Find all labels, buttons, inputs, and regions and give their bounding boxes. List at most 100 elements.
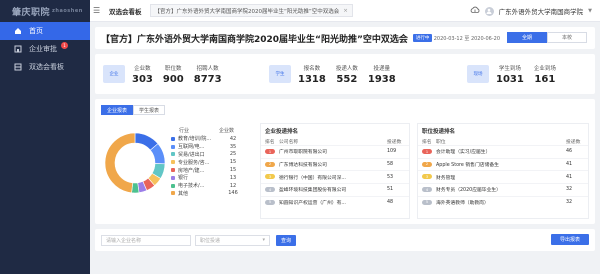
stat-item: 投递人数 552 [335,65,358,85]
table-row[interactable]: 3 德行银行（中国）有限公司深... 53 [261,170,409,183]
tab-student-report[interactable]: 学生报表 [133,105,166,115]
page-title: 【官方】广东外语外贸大学南国商学院2020届毕业生“阳光助推”空中双选会 [101,34,408,45]
table-row[interactable]: 4 盈峰环境科技集团股份有限公司 51 [261,183,409,196]
company-stats: 企业 企业数 303 职位数 900 招聘人数 8773 [103,64,253,85]
legend-label: 银行 [178,175,189,182]
table-row[interactable]: 1 会计助理（实习/应届生） 46 [418,145,588,158]
cloud-download-icon[interactable] [470,6,480,16]
sidebar-item-dashboard[interactable]: 双选会看板 [0,58,90,76]
student-icon: 学生 [269,65,291,83]
search-button[interactable]: 查询 [276,234,296,246]
dashboard-icon [14,63,22,71]
rank-badge: 1 [422,149,432,155]
row-name: Apple Store 销售门店储备生 [436,163,499,169]
main-content: 【官方】广东外语外贸大学南国商学院2020届毕业生“阳光助推”空中双选会 进行中… [95,27,595,271]
row-name: 盈峰环境科技集团股份有限公司 [279,188,347,194]
logo: 肇庆职院 zhaoshen [12,7,83,18]
avatar[interactable] [484,6,494,16]
legend-swatch [171,144,175,149]
job-select[interactable]: 职位投递 ▾ [195,234,270,246]
date-range: 2020-03-12 至 2020-06-20 [433,36,500,42]
legend-swatch [171,183,175,188]
legend-swatch [171,160,175,165]
table-row[interactable]: 5 知圆知识产权运营（广州）有... 48 [261,195,409,209]
legend-count: 42 [229,135,237,142]
table-row[interactable]: 1 广州市取职院有限公司 109 [261,145,409,158]
legend-count: 13 [229,174,237,181]
row-name: 知圆知识产权运营（广州）有... [279,201,346,207]
export-report-button[interactable]: 导出报表 [551,234,589,245]
user-name[interactable]: 广东外语外贸大学南国商学院 [499,6,584,16]
legend-item: 教育/培训/院... 42 [171,135,251,143]
sidebar-item-label: 企业审批 [29,45,57,53]
row-count: 46 [566,149,573,155]
rank-badge: 4 [265,187,275,193]
page-tab[interactable]: 【官方】广东外语外贸大学南国商学院2020届毕业生“阳光助推”空中双选会 × [149,4,353,17]
legend-label: 专业服务/咨... [178,159,210,166]
table-row[interactable]: 4 财务专员（2020应届毕业生） 32 [418,183,588,196]
legend-item: 银行 13 [171,174,251,182]
row-count: 41 [566,162,573,168]
legend-item: 房地产/建... 15 [171,166,251,174]
tab-company-report[interactable]: 企业报表 [101,105,134,115]
rank-badge: 3 [422,174,432,180]
student-stats: 学生 报名数 1318 投递人数 552 投递量 1938 [269,64,449,85]
menu-icon[interactable]: ☰ [93,6,103,15]
chevron-down-icon[interactable]: ▼ [588,8,592,14]
stat-item: 学生到场 1031 [496,65,524,85]
row-name: 财务专员（2020应届毕业生） [436,188,501,194]
scope-all-button[interactable]: 全期 [507,32,547,43]
company-icon: 企业 [103,65,125,83]
table-row[interactable]: 5 海外英语教师（助教岗） 32 [418,195,588,209]
row-count: 32 [566,200,573,206]
legend-swatch [171,168,175,173]
donut-slice[interactable] [104,132,136,194]
legend-item: 专业服务/咨... 15 [171,158,251,166]
table-row[interactable]: 2 Apple Store 销售门店储备生 41 [418,157,588,171]
legend-item: 贸易/进出口 25 [171,151,251,159]
close-icon[interactable]: × [343,8,348,14]
sidebar: 肇庆职院 zhaoshen 首页 企业审批 1 双选会看板 [0,0,90,274]
rank-badge: 2 [265,161,275,167]
legend-swatch [171,136,175,141]
table-row[interactable]: 3 财务管理 41 [418,170,588,183]
building-icon [14,45,22,53]
rank-badge: 1 [265,149,275,155]
legend-count: 12 [229,182,237,189]
rank-badge: 4 [422,187,432,193]
sidebar-item-company-approval[interactable]: 企业审批 1 [0,40,90,58]
fair-header: 【官方】广东外语外贸大学南国商学院2020届毕业生“阳光助推”空中双选会 进行中… [95,27,595,49]
onsite-icon: 现场 [467,65,489,83]
sidebar-item-label: 首页 [29,27,43,35]
job-ranking-panel: 职位投递排名 排名 职位 投递数 1 会计助理（实习/应届生） 46 2 Apple S… [417,123,589,219]
scope-school-button[interactable]: 本校 [547,32,587,43]
chevron-down-icon: ▾ [262,237,265,243]
row-count: 41 [566,174,573,180]
row-name: 会计助理（实习/应届生） [436,150,491,156]
legend-swatch [171,175,175,180]
table-header: 排名 职位 投递数 [422,140,581,145]
table-row[interactable]: 2 广东博达科技有限公司 58 [261,157,409,171]
scope-toggle: 全期 本校 [507,32,587,43]
company-ranking-panel: 企业投递排名 排名 公司名称 投递数 1 广州市取职院有限公司 109 2 广东博达科技… [260,123,410,219]
report-tabs: 企业报表 学生报表 [101,105,166,115]
rank-badge: 5 [422,199,432,205]
legend-label: 互联网/电... [178,144,205,151]
panel-title: 企业投递排名 [265,129,299,135]
legend-count: 146 [228,190,238,197]
stats-panel: 企业 企业数 303 职位数 900 招聘人数 8773 学生 报名数 1318 投递人… [95,54,595,94]
row-name: 财务管理 [436,175,456,181]
row-count: 58 [387,162,394,168]
report-card: 企业报表 学生报表 行业 企业数 教育/培训/院... 42 互联网/电... 35 贸易… [95,99,595,224]
stat-item: 企业数 303 [132,65,153,85]
sidebar-item-label: 双选会看板 [29,63,64,71]
stat-item: 报名数 1318 [298,65,326,85]
panel-title: 职位投递排名 [422,129,456,135]
legend-label: 其他 [178,190,189,197]
company-name-input[interactable]: 请输入企业名称 [101,234,191,246]
sidebar-item-home[interactable]: 首页 [0,22,90,40]
row-name: 广州市取职院有限公司 [279,150,327,156]
row-name: 德行银行（中国）有限公司深... [279,175,346,181]
legend-count: 35 [229,143,237,150]
industry-legend: 行业 企业数 教育/培训/院... 42 互联网/电... 35 贸易/进出口 25 专业服务… [171,127,251,197]
